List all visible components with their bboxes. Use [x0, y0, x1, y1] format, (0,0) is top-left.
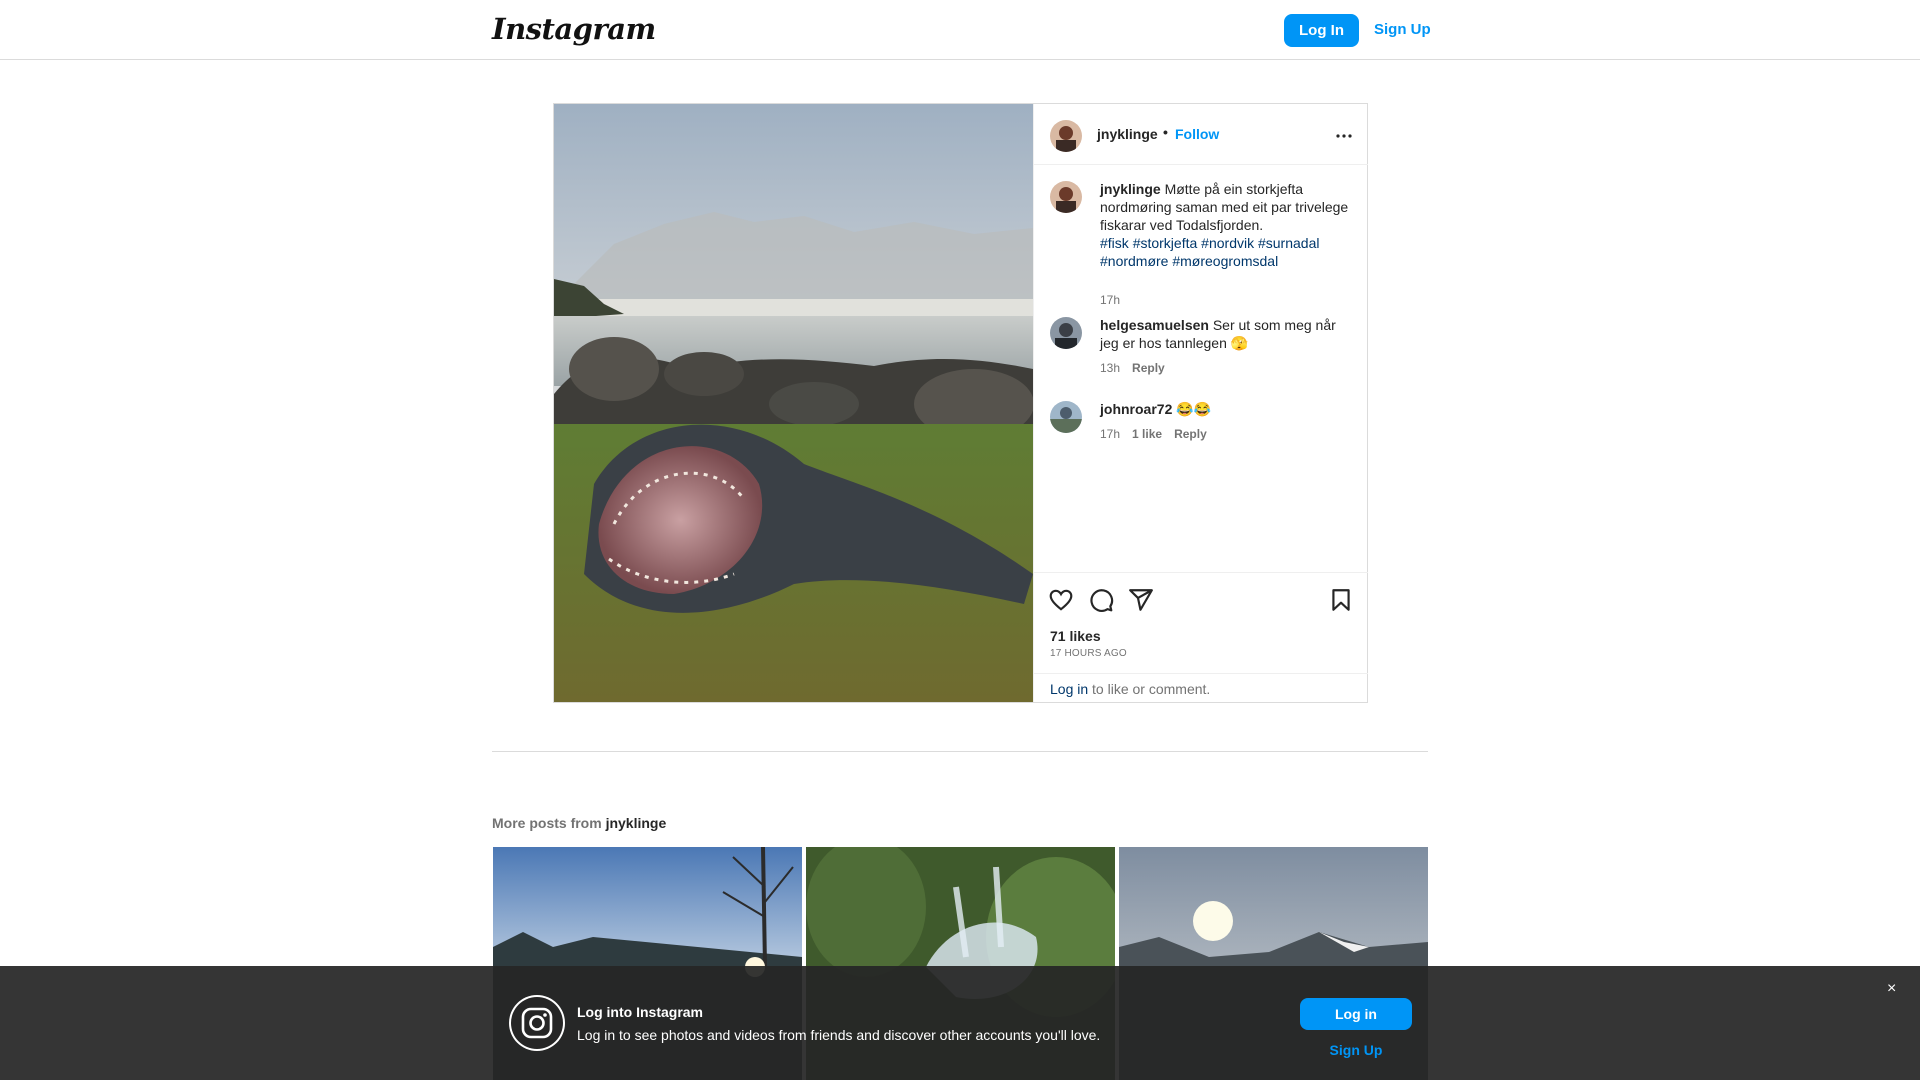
caption-meta: 17h	[1100, 293, 1120, 307]
post-time[interactable]: 17 HOURS AGO	[1050, 648, 1127, 659]
more-posts-prefix: More posts from	[492, 815, 606, 831]
comment-meta: 13h Reply	[1100, 361, 1165, 375]
author-username[interactable]: jnyklinge	[1097, 126, 1158, 142]
separator-dot: •	[1163, 124, 1168, 140]
commenter-avatar[interactable]	[1050, 317, 1082, 349]
comment-meta: 17h 1 like Reply	[1100, 427, 1207, 441]
comment-username[interactable]: helgesamuelsen	[1100, 317, 1209, 333]
more-posts-username[interactable]: jnyklinge	[606, 815, 667, 831]
close-icon[interactable]: ×	[1887, 980, 1896, 998]
comment-text-block: johnroar72 😂😂	[1100, 400, 1350, 418]
hashtag[interactable]: #nordvik	[1201, 235, 1254, 251]
hashtag[interactable]: #møreogromsdal	[1172, 253, 1278, 269]
reply-button[interactable]: Reply	[1174, 427, 1207, 441]
author-avatar[interactable]	[1050, 181, 1082, 213]
login-suffix: to like or comment.	[1088, 681, 1211, 697]
follow-button[interactable]: Follow	[1175, 126, 1219, 142]
comment-time[interactable]: 13h	[1100, 361, 1120, 375]
comment-text: 😂😂	[1176, 401, 1212, 417]
comment-time[interactable]: 17h	[1100, 427, 1120, 441]
comment-text-block: helgesamuelsen Ser ut som meg når jeg er…	[1100, 316, 1350, 352]
reply-button[interactable]: Reply	[1132, 361, 1165, 375]
banner-text: Log in to see photos and videos from fri…	[577, 1027, 1101, 1043]
hashtag[interactable]: #fisk	[1100, 235, 1129, 251]
caption-time[interactable]: 17h	[1100, 293, 1120, 307]
more-posts-heading: More posts from jnyklinge	[492, 815, 666, 831]
divider	[492, 751, 1428, 752]
caption-text-block: jnyklinge Møtte på ein storkjefta nordmø…	[1100, 180, 1350, 270]
login-banner	[0, 966, 1920, 1080]
top-nav: Instagram Log In Sign Up	[0, 0, 1920, 60]
commenter-avatar[interactable]	[1050, 401, 1082, 433]
instagram-logo[interactable]: Instagram	[492, 12, 656, 46]
post-card: jnyklinge • Follow jnyklinge Møtte på ei…	[553, 103, 1368, 703]
banner-title: Log into Instagram	[577, 1004, 703, 1020]
hashtag[interactable]: #storkjefta	[1133, 235, 1198, 251]
caption-username[interactable]: jnyklinge	[1100, 181, 1161, 197]
comment-icon[interactable]	[1088, 587, 1114, 613]
login-link[interactable]: Log in	[1050, 681, 1088, 697]
post-header: jnyklinge • Follow	[1034, 104, 1368, 165]
post-sidebar: jnyklinge • Follow jnyklinge Møtte på ei…	[1033, 104, 1368, 702]
comment-username[interactable]: johnroar72	[1100, 401, 1172, 417]
post-image[interactable]	[554, 104, 1033, 702]
banner-login-button[interactable]: Log in	[1300, 998, 1412, 1030]
instagram-icon	[508, 994, 566, 1052]
bookmark-icon[interactable]	[1328, 587, 1354, 613]
heart-icon[interactable]	[1048, 587, 1074, 613]
post-actions: 71 likes 17 HOURS AGO Log in to like or …	[1034, 572, 1368, 702]
login-button[interactable]: Log In	[1284, 14, 1359, 47]
comment-likes[interactable]: 1 like	[1132, 427, 1162, 441]
hashtag[interactable]: #surnadal	[1258, 235, 1320, 251]
banner-signup-link[interactable]: Sign Up	[1300, 1042, 1412, 1058]
signup-link[interactable]: Sign Up	[1374, 21, 1431, 38]
login-to-comment: Log in to like or comment.	[1034, 673, 1368, 703]
share-icon[interactable]	[1128, 587, 1154, 613]
comments-list: jnyklinge Møtte på ein storkjefta nordmø…	[1034, 165, 1368, 575]
more-horizontal-icon[interactable]	[1332, 124, 1356, 148]
likes-count[interactable]: 71 likes	[1050, 628, 1101, 644]
hashtag[interactable]: #nordmøre	[1100, 253, 1168, 269]
author-avatar[interactable]	[1050, 120, 1082, 152]
